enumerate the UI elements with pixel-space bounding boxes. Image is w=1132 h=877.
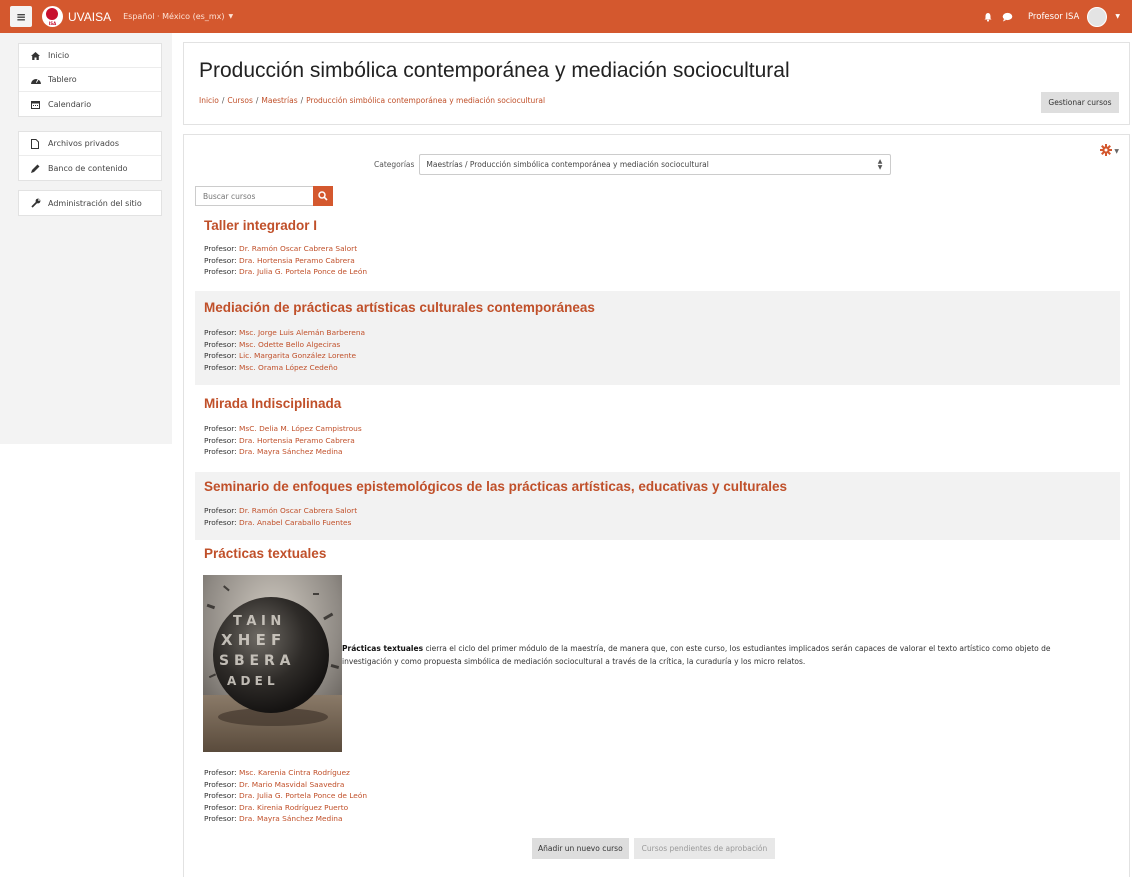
- page-title: Producción simbólica contemporánea y med…: [199, 59, 790, 82]
- course-teachers: Profesor: Msc. Karenia Cintra Rodríguez …: [204, 768, 368, 823]
- course-image[interactable]: T A I N X H E F S B E R A A D E L: [203, 575, 342, 752]
- category-value: Maestrías / Producción simbólica contemp…: [426, 160, 709, 169]
- language-menu[interactable]: Español · México (es_mx) ▼: [123, 12, 233, 21]
- course-summary-text: cierra el ciclo del primer módulo de la …: [342, 644, 1051, 666]
- teacher-link[interactable]: Msc. Jorge Luis Alemán Barberena: [239, 328, 365, 337]
- teacher-link[interactable]: Dr. Ramón Oscar Cabrera Salort: [239, 506, 357, 515]
- teacher-link[interactable]: MsC. Delia M. López Campistrous: [239, 424, 362, 433]
- course-summary: Prácticas textuales cierra el ciclo del …: [342, 643, 1102, 668]
- breadcrumb-inicio[interactable]: Inicio: [199, 96, 219, 105]
- course-item: Mediación de prácticas artísticas cultur…: [195, 291, 1120, 385]
- manage-courses-button[interactable]: Gestionar cursos: [1041, 92, 1119, 113]
- chevron-down-icon[interactable]: ▼: [1115, 13, 1120, 20]
- sidebar-item-label: Administración del sitio: [48, 198, 142, 208]
- settings-menu[interactable]: ▼: [1100, 144, 1119, 158]
- home-icon: [31, 51, 43, 60]
- user-name[interactable]: Profesor ISA: [1028, 12, 1079, 22]
- course-listing: ▼ Categorías Maestrías / Producción simb…: [183, 134, 1130, 877]
- sidebar-item-admin[interactable]: Administración del sitio: [19, 191, 161, 215]
- teacher-link[interactable]: Msc. Orama López Cedeño: [239, 363, 338, 372]
- teacher-link[interactable]: Dra. Hortensia Peramo Cabrera: [239, 256, 355, 265]
- add-course-button[interactable]: Añadir un nuevo curso: [532, 838, 629, 859]
- svg-text:X H E F: X H E F: [221, 631, 281, 649]
- teacher-link[interactable]: Dra. Julia G. Portela Ponce de León: [239, 267, 367, 276]
- site-logo: ISA: [42, 6, 63, 27]
- sidebar-secondary-nav: Archivos privados Banco de contenido: [18, 131, 162, 181]
- category-select[interactable]: Maestrías / Producción simbólica contemp…: [419, 154, 892, 175]
- course-teachers: Profesor: Dr. Ramón Oscar Cabrera Salort…: [204, 506, 358, 527]
- gear-icon: [1100, 144, 1113, 158]
- course-teachers: Profesor: Msc. Jorge Luis Alemán Barbere…: [204, 328, 366, 372]
- svg-text:S B E R A: S B E R A: [219, 653, 291, 669]
- sidebar-main-nav: Inicio Tablero Calendario: [18, 43, 162, 117]
- language-label: Español · México (es_mx): [123, 12, 225, 21]
- sidebar-item-label: Inicio: [48, 51, 70, 60]
- teacher-link[interactable]: Dr. Ramón Oscar Cabrera Salort: [239, 244, 357, 253]
- breadcrumb-cursos[interactable]: Cursos: [227, 96, 252, 105]
- teacher-link[interactable]: Lic. Margarita González Lorente: [239, 351, 356, 360]
- bell-icon[interactable]: [982, 11, 994, 23]
- file-icon: [31, 138, 43, 149]
- sidebar-item-calendario[interactable]: Calendario: [19, 92, 161, 116]
- pending-courses-button[interactable]: Cursos pendientes de aprobación: [633, 838, 776, 859]
- chevron-down-icon: ▼: [1114, 147, 1119, 155]
- sidebar-admin-nav: Administración del sitio: [18, 190, 162, 216]
- site-name: UVAISA: [68, 9, 112, 24]
- teacher-link[interactable]: Dra. Kirenia Rodríguez Puerto: [239, 803, 348, 812]
- teacher-link[interactable]: Dra. Anabel Caraballo Fuentes: [239, 518, 351, 527]
- calendar-icon: [31, 100, 43, 109]
- category-label: Categorías: [374, 160, 415, 169]
- breadcrumb-maestrias[interactable]: Maestrías: [261, 96, 297, 105]
- menu-toggle-button[interactable]: ≡: [10, 6, 32, 27]
- course-item: Mirada Indisciplinada Profesor: MsC. Del…: [195, 389, 1120, 463]
- course-title[interactable]: Seminario de enfoques epistemológicos de…: [204, 479, 787, 494]
- page-header: Producción simbólica contemporánea y med…: [183, 42, 1130, 125]
- sidebar-item-label: Tablero: [48, 75, 77, 84]
- sidebar-item-archivos[interactable]: Archivos privados: [19, 132, 161, 156]
- course-summary-title: Prácticas textuales: [342, 644, 424, 653]
- search-courses-input[interactable]: [195, 186, 313, 206]
- svg-text:A D E L: A D E L: [227, 674, 275, 688]
- search-button[interactable]: [313, 186, 333, 206]
- wrench-icon: [31, 198, 43, 208]
- teacher-link[interactable]: Dr. Mario Masvidal Saavedra: [239, 780, 344, 789]
- sidebar: Inicio Tablero Calendario Archivos priva…: [0, 33, 172, 444]
- messages-icon[interactable]: [1002, 11, 1014, 23]
- user-avatar[interactable]: [1087, 6, 1108, 27]
- course-teachers: Profesor: Dr. Ramón Oscar Cabrera Salort…: [204, 244, 368, 276]
- dashboard-icon: [31, 76, 43, 84]
- svg-text:T A I N: T A I N: [233, 614, 281, 629]
- course-title[interactable]: Mirada Indisciplinada: [204, 396, 341, 411]
- course-teachers: Profesor: MsC. Delia M. López Campistrou…: [204, 424, 362, 456]
- course-item: Taller integrador I Profesor: Dr. Ramón …: [195, 212, 1120, 286]
- teacher-link[interactable]: Msc. Odette Bello Algeciras: [239, 340, 340, 349]
- sidebar-item-label: Archivos privados: [48, 139, 119, 148]
- course-item: Seminario de enfoques epistemológicos de…: [195, 472, 1120, 540]
- sidebar-item-label: Banco de contenido: [48, 163, 128, 173]
- course-title[interactable]: Taller integrador I: [204, 218, 317, 233]
- course-title[interactable]: Mediación de prácticas artísticas cultur…: [204, 300, 595, 315]
- search-icon: [318, 189, 328, 204]
- teacher-link[interactable]: Msc. Karenia Cintra Rodríguez: [239, 768, 350, 777]
- teacher-link[interactable]: Dra. Hortensia Peramo Cabrera: [239, 436, 355, 445]
- chevron-down-icon: ▼: [228, 13, 234, 20]
- teacher-link[interactable]: Dra. Mayra Sánchez Medina: [239, 447, 342, 456]
- teacher-link[interactable]: Dra. Julia G. Portela Ponce de León: [239, 791, 367, 800]
- breadcrumb-current[interactable]: Producción simbólica contemporánea y med…: [306, 96, 545, 105]
- sidebar-item-tablero[interactable]: Tablero: [19, 68, 161, 92]
- breadcrumb: Inicio / Cursos / Maestrías / Producción si…: [199, 96, 546, 105]
- sidebar-item-inicio[interactable]: Inicio: [19, 44, 161, 68]
- sidebar-item-banco[interactable]: Banco de contenido: [19, 156, 161, 180]
- course-title[interactable]: Prácticas textuales: [204, 546, 326, 561]
- sidebar-item-label: Calendario: [48, 99, 92, 109]
- select-arrows-icon: ▲ ▼: [877, 158, 883, 171]
- teacher-link[interactable]: Dra. Mayra Sánchez Medina: [239, 814, 342, 823]
- site-brand-link[interactable]: ISA UVAISA: [42, 6, 111, 27]
- top-navbar: ≡ ISA UVAISA Español · México (es_mx) ▼ …: [0, 0, 1132, 33]
- pen-icon: [31, 164, 43, 173]
